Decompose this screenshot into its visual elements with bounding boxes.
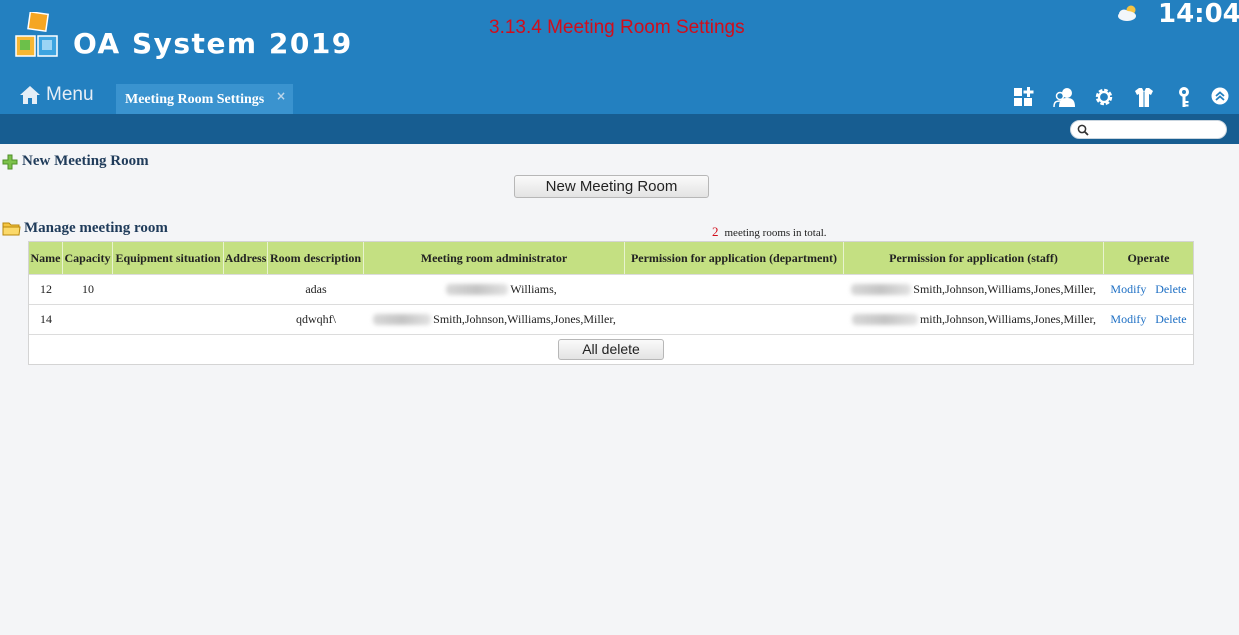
- home-icon: [20, 86, 40, 104]
- tab-label: Meeting Room Settings: [125, 92, 265, 107]
- cell-capacity: 10: [82, 282, 94, 296]
- app-header: OA System 2019 3.13.4 Meeting Room Setti…: [0, 0, 1239, 84]
- clock: 14:04: [1158, 0, 1239, 29]
- col-header-description: Room description: [268, 242, 364, 274]
- redacted-name: [851, 284, 912, 295]
- tab-meeting-room-settings[interactable]: Meeting Room Settings ×: [116, 84, 293, 114]
- cell-equipment: [113, 275, 224, 304]
- collapse-up-icon[interactable]: [1211, 87, 1229, 105]
- cell-description: qdwqhf\: [296, 312, 336, 326]
- cell-description: adas: [305, 282, 327, 296]
- cell-perm-staff: mith,Johnson,Williams,Jones,Miller,: [844, 305, 1104, 334]
- folder-icon: [2, 222, 21, 236]
- col-header-name: Name: [29, 242, 63, 274]
- col-header-operate: Operate: [1127, 250, 1170, 265]
- cell-perm-department: [625, 275, 844, 304]
- app-logo: [15, 12, 58, 57]
- nav-bar: Menu Meeting Room Settings ×: [0, 84, 1239, 114]
- cell-administrator: Williams,: [364, 275, 625, 304]
- modify-link[interactable]: Modify: [1110, 282, 1146, 297]
- cell-name: 14: [40, 312, 52, 326]
- plus-icon: [2, 154, 18, 169]
- manage-section-title: Manage meeting room: [24, 220, 168, 236]
- close-icon[interactable]: ×: [276, 89, 286, 103]
- cell-perm-department: [625, 305, 844, 334]
- users-icon[interactable]: [1053, 86, 1075, 108]
- new-room-section-header: New Meeting Room: [2, 153, 149, 170]
- col-header-perm-department: Permission for application (department): [625, 242, 844, 274]
- cell-equipment: [113, 305, 224, 334]
- cell-address: [224, 275, 268, 304]
- redacted-name: [446, 284, 509, 295]
- search-box[interactable]: [1070, 120, 1227, 139]
- shirt-icon[interactable]: [1133, 86, 1155, 108]
- col-header-address: Address: [224, 242, 268, 274]
- cell-capacity: [63, 305, 113, 334]
- gear-icon[interactable]: [1093, 86, 1115, 108]
- delete-link[interactable]: Delete: [1155, 312, 1186, 327]
- table-row: 14 qdwqhf\ Smith,Johnson,Williams,Jones,…: [29, 304, 1193, 334]
- menu-label: Menu: [46, 84, 94, 105]
- room-total-count: 2 meeting rooms in total.: [712, 224, 827, 240]
- cell-operate: Modify Delete: [1104, 305, 1193, 334]
- redacted-name: [851, 314, 918, 325]
- delete-link[interactable]: Delete: [1155, 282, 1186, 297]
- col-header-perm-staff: Permission for application (staff): [844, 242, 1104, 274]
- search-bar-strip: [0, 114, 1239, 144]
- cell-operate: Modify Delete: [1104, 275, 1193, 304]
- cell-administrator: Smith,Johnson,Williams,Jones,Miller,: [364, 305, 625, 334]
- cell-name: 12: [40, 282, 52, 296]
- new-meeting-room-button[interactable]: New Meeting Room: [514, 175, 709, 198]
- modify-link[interactable]: Modify: [1110, 312, 1146, 327]
- table-header-row: Name Capacity Equipment situation Addres…: [29, 242, 1193, 274]
- total-text: meeting rooms in total.: [724, 227, 827, 239]
- cell-perm-staff-text: mith,Johnson,Williams,Jones,Miller,: [919, 312, 1096, 326]
- cell-perm-staff: Smith,Johnson,Williams,Jones,Miller,: [844, 275, 1104, 304]
- col-header-administrator: Meeting room administrator: [364, 242, 625, 274]
- redacted-name: [373, 314, 432, 325]
- key-icon[interactable]: [1173, 86, 1195, 108]
- table-row: 12 10 adas Williams, Smith,Johnson,Willi…: [29, 274, 1193, 304]
- cell-address: [224, 305, 268, 334]
- search-input[interactable]: [1091, 122, 1221, 137]
- search-icon: [1077, 124, 1089, 136]
- total-number: 2: [712, 224, 719, 239]
- cell-administrator-text: Williams,: [510, 282, 557, 296]
- new-room-section-title: New Meeting Room: [22, 153, 149, 169]
- manage-section-header: Manage meeting room: [2, 220, 168, 237]
- all-delete-button[interactable]: All delete: [558, 339, 664, 360]
- grid-add-icon[interactable]: [1013, 86, 1035, 108]
- col-header-equipment: Equipment situation: [113, 242, 224, 274]
- col-header-capacity: Capacity: [63, 242, 113, 274]
- weather-cloud-icon: [1118, 5, 1136, 21]
- cell-perm-staff-text: Smith,Johnson,Williams,Jones,Miller,: [913, 282, 1096, 296]
- page-caption: 3.13.4 Meeting Room Settings: [489, 17, 745, 38]
- cell-administrator-text: Smith,Johnson,Williams,Jones,Miller,: [433, 312, 616, 326]
- menu-button[interactable]: Menu: [19, 83, 94, 107]
- app-title: OA System 2019: [73, 27, 353, 60]
